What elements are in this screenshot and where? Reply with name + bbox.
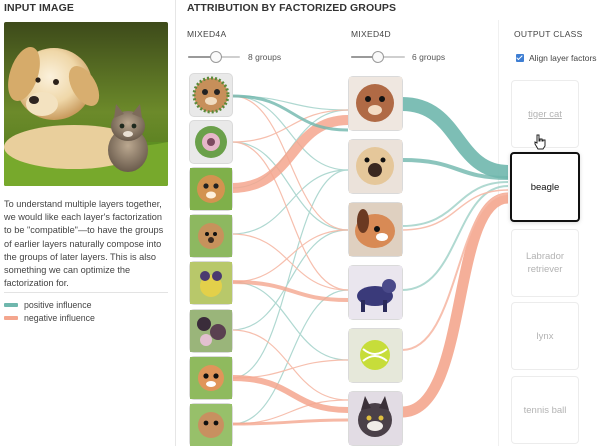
- class-label: beagle: [530, 181, 560, 193]
- hand-cursor-icon: [534, 134, 546, 150]
- group-tile-4a-6[interactable]: [190, 310, 232, 352]
- class-label: tiger cat: [528, 108, 562, 120]
- group-tile-4d-4[interactable]: [349, 266, 402, 319]
- output-class-beagle[interactable]: beagle: [510, 152, 580, 222]
- group-tile-4d-1[interactable]: [349, 77, 402, 130]
- group-tile-4a-7[interactable]: [190, 357, 232, 399]
- class-label: tennis ball: [523, 404, 567, 416]
- group-tile-4d-2[interactable]: [349, 140, 402, 193]
- group-tile-4a-4[interactable]: [190, 215, 232, 257]
- group-tile-4a-5[interactable]: [190, 262, 232, 304]
- group-tile-4a-2[interactable]: [190, 121, 232, 163]
- class-label: lynx: [536, 330, 554, 342]
- group-tile-4d-5[interactable]: [349, 329, 402, 382]
- output-class-tennis-ball[interactable]: tennis ball: [511, 376, 579, 444]
- output-class-lynx[interactable]: lynx: [511, 302, 579, 370]
- output-class-labrador-retriever[interactable]: Labrador retriever: [511, 229, 579, 297]
- group-tile-4a-3[interactable]: [190, 168, 232, 210]
- group-tile-4d-3[interactable]: [349, 203, 402, 256]
- group-tile-4a-8[interactable]: [190, 404, 232, 446]
- attribution-flows: [231, 94, 509, 426]
- group-tile-4d-6[interactable]: [349, 392, 402, 445]
- group-tile-4a-1[interactable]: [190, 74, 232, 116]
- class-label: Labrador retriever: [525, 251, 565, 275]
